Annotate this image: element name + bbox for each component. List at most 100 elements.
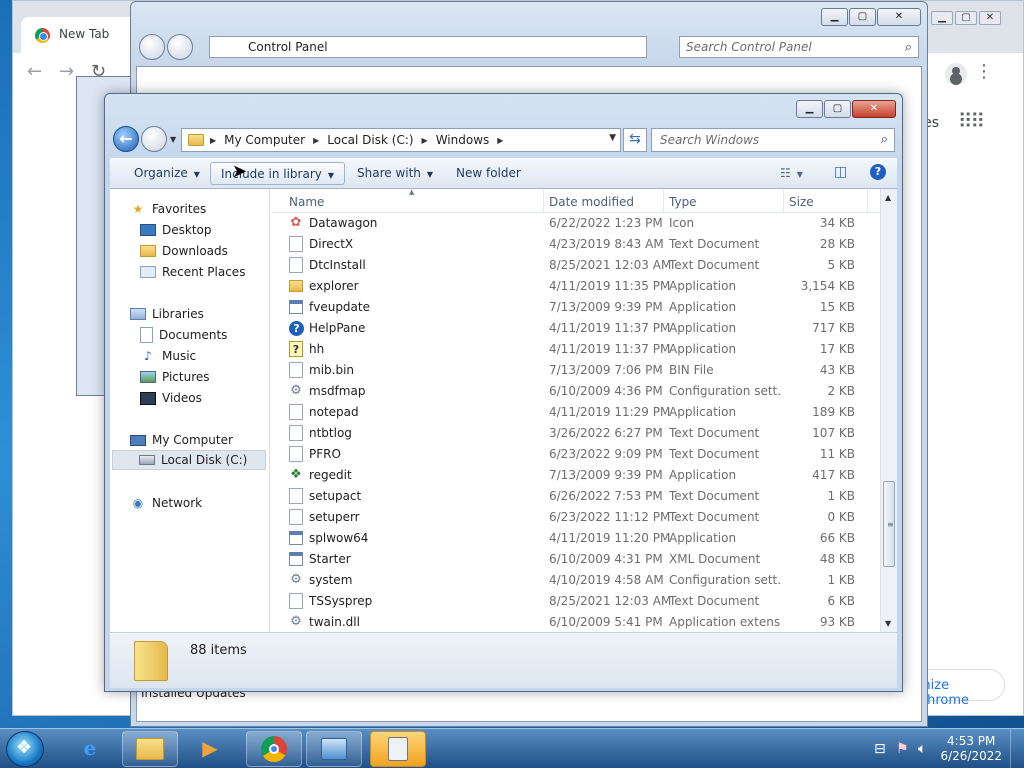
file-size: 5 KB [827,258,855,272]
breadcrumb-my-computer[interactable]: My Computer [224,133,305,147]
column-size[interactable]: Size [789,195,814,209]
explorer-close-button[interactable]: ✕ [852,100,896,118]
cp-search-input[interactable]: Search Control Panel ⌕ [679,36,919,58]
table-row[interactable]: ? HelpPane 4/11/2019 11:37 PM Application 71… [271,318,881,339]
cp-back-button[interactable] [139,34,165,60]
table-row[interactable]: ⚙ system 4/10/2019 4:58 AM Configuration se… [271,570,881,591]
share-with-button[interactable]: Share with ▼ [347,162,443,185]
search-icon[interactable]: ⌕ [905,40,912,55]
media-player-icon[interactable]: ▶ [182,731,238,767]
help-button[interactable]: ? [860,162,896,185]
cp-minimize-button[interactable]: ▁ [821,8,848,26]
column-date-modified[interactable]: Date modified [549,195,634,209]
chrome-maximize-button[interactable]: ▢ [955,11,977,25]
breadcrumb-windows[interactable]: Windows [436,133,490,147]
network-tray-icon[interactable]: ⊟ [874,741,886,757]
chrome-minimize-button[interactable]: ▁ [931,11,953,25]
nav-documents[interactable]: Documents [110,325,270,345]
search-input[interactable]: Search Windows ⌕ [651,128,895,152]
table-row[interactable]: DirectX 4/23/2019 8:43 AM Text Document 28 … [271,234,881,255]
back-arrow-icon[interactable]: ← [27,61,42,82]
new-folder-button[interactable]: New folder [446,162,531,185]
explorer-maximize-button[interactable]: ▢ [824,100,851,118]
search-icon[interactable]: ⌕ [881,132,888,147]
nav-my-computer[interactable]: My Computer [110,430,270,450]
chrome-close-button[interactable]: ✕ [979,11,1001,25]
table-row[interactable]: Starter 6/10/2009 4:31 PM XML Document 48 K… [271,549,881,570]
cp-forward-button[interactable] [167,34,193,60]
table-row[interactable]: notepad 4/11/2019 11:29 PM Application 189 … [271,402,881,423]
nav-libraries[interactable]: Libraries [110,304,270,324]
chrome-taskbar-button[interactable] [246,731,302,767]
file-size: 417 KB [812,468,855,482]
table-row[interactable]: TSSysprep 8/25/2021 12:03 AM Text Document… [271,591,881,612]
table-row[interactable]: ⚙ twain.dll 6/10/2009 5:41 PM Application e… [271,612,881,633]
table-row[interactable]: setupact 6/26/2022 7:53 PM Text Document 1 … [271,486,881,507]
refresh-button[interactable]: ⇆ [623,128,647,152]
file-size: 2 KB [827,384,855,398]
chrome-tab-new-tab[interactable]: New Tab [21,17,143,53]
folder-icon [188,134,204,146]
file-date-modified: 6/23/2022 11:12 PM [549,510,671,524]
explorer-minimize-button[interactable]: ▁ [796,100,823,118]
nav-videos[interactable]: Videos [110,388,270,408]
table-row[interactable]: ✿ Datawagon 6/22/2022 1:23 PM Icon 34 KB [271,213,881,234]
start-button[interactable] [6,731,44,767]
nav-desktop[interactable]: Desktop [110,220,270,240]
preview-pane-button[interactable]: ◫ [824,162,857,185]
recent-places-icon [140,266,156,278]
clock[interactable]: 4:53 PM 6/26/2022 [940,734,1002,764]
action-center-flag-icon[interactable]: ⚑ [896,741,909,757]
cp-close-button[interactable]: ✕ [877,8,921,26]
table-row[interactable]: ? hh 4/11/2019 11:37 PM Application 17 KB [271,339,881,360]
file-name: mib.bin [309,363,355,377]
forward-button[interactable] [141,126,167,152]
forward-arrow-icon[interactable]: → [59,61,74,82]
scroll-down-icon[interactable]: ▼ [885,619,891,628]
table-row[interactable]: splwow64 4/11/2019 11:20 PM Application 66 … [271,528,881,549]
table-row[interactable]: mib.bin 7/13/2009 7:06 PM BIN File 43 KB [271,360,881,381]
explorer-taskbar-button[interactable] [122,731,178,767]
table-row[interactable]: explorer 4/11/2019 11:35 PM Application 3,1… [271,276,881,297]
column-type[interactable]: Type [669,195,697,209]
view-options-button[interactable]: ☷ ▼ [770,162,813,185]
scrollbar-thumb[interactable]: ≡ [883,481,895,567]
nav-pictures[interactable]: Pictures [110,367,270,387]
breadcrumb-local-disk[interactable]: Local Disk (C:) [327,133,413,147]
nav-network[interactable]: ◉ Network [110,493,270,513]
address-bar[interactable]: ▶ My Computer ▶ Local Disk (C:) ▶ Window… [181,128,621,152]
calculator-taskbar-button[interactable] [370,731,426,767]
back-button[interactable]: ← [113,126,139,152]
table-row[interactable]: fveupdate 7/13/2009 9:39 PM Application 15 … [271,297,881,318]
nav-recent-places[interactable]: Recent Places [110,262,270,282]
scroll-up-icon[interactable]: ▲ [885,193,891,202]
nav-downloads[interactable]: Downloads [110,241,270,261]
show-desktop-button[interactable] [1010,729,1024,768]
cp-address-bar[interactable]: Control Panel [209,36,647,58]
column-name[interactable]: Name [289,195,324,209]
cp-maximize-button[interactable]: ▢ [849,8,876,26]
address-dropdown-icon[interactable]: ▼ [609,133,616,143]
table-row[interactable]: ❖ regedit 7/13/2009 9:39 PM Application 417 … [271,465,881,486]
kebab-menu-icon[interactable]: ⋮ [975,61,993,82]
table-row[interactable]: ⚙ msdfmap 6/10/2009 4:36 PM Configuration s… [271,381,881,402]
nav-favorites[interactable]: ★ Favorites [110,199,270,219]
table-row[interactable]: DtcInstall 8/25/2021 12:03 AM Text Documen… [271,255,881,276]
control-panel-taskbar-button[interactable] [306,731,362,767]
volume-icon[interactable]: 🔈︎ [918,741,926,757]
table-row[interactable]: ntbtlog 3/26/2022 6:27 PM Text Document 107… [271,423,881,444]
include-in-library-button[interactable]: Include in library ▼ [210,162,346,185]
internet-explorer-icon[interactable]: e [62,731,118,767]
table-row[interactable]: PFRO 6/23/2022 9:09 PM Text Document 11 KB [271,444,881,465]
vertical-scrollbar[interactable]: ▲ ≡ ▼ [880,189,897,632]
organize-button[interactable]: Organize ▼ [124,162,210,185]
table-row[interactable]: setuperr 6/23/2022 11:12 PM Text Document 0… [271,507,881,528]
nav-local-disk[interactable]: Local Disk (C:) [112,450,266,470]
file-date-modified: 7/13/2009 9:39 PM [549,468,663,482]
apps-grid-icon[interactable]: ⠿⠿ [958,109,985,133]
nav-music[interactable]: ♪ Music [110,346,270,366]
file-date-modified: 4/11/2019 11:35 PM [549,279,671,293]
file-name: notepad [309,405,359,419]
recent-pages-chevron-icon[interactable]: ▼ [170,135,176,144]
profile-avatar-icon[interactable] [945,63,967,85]
